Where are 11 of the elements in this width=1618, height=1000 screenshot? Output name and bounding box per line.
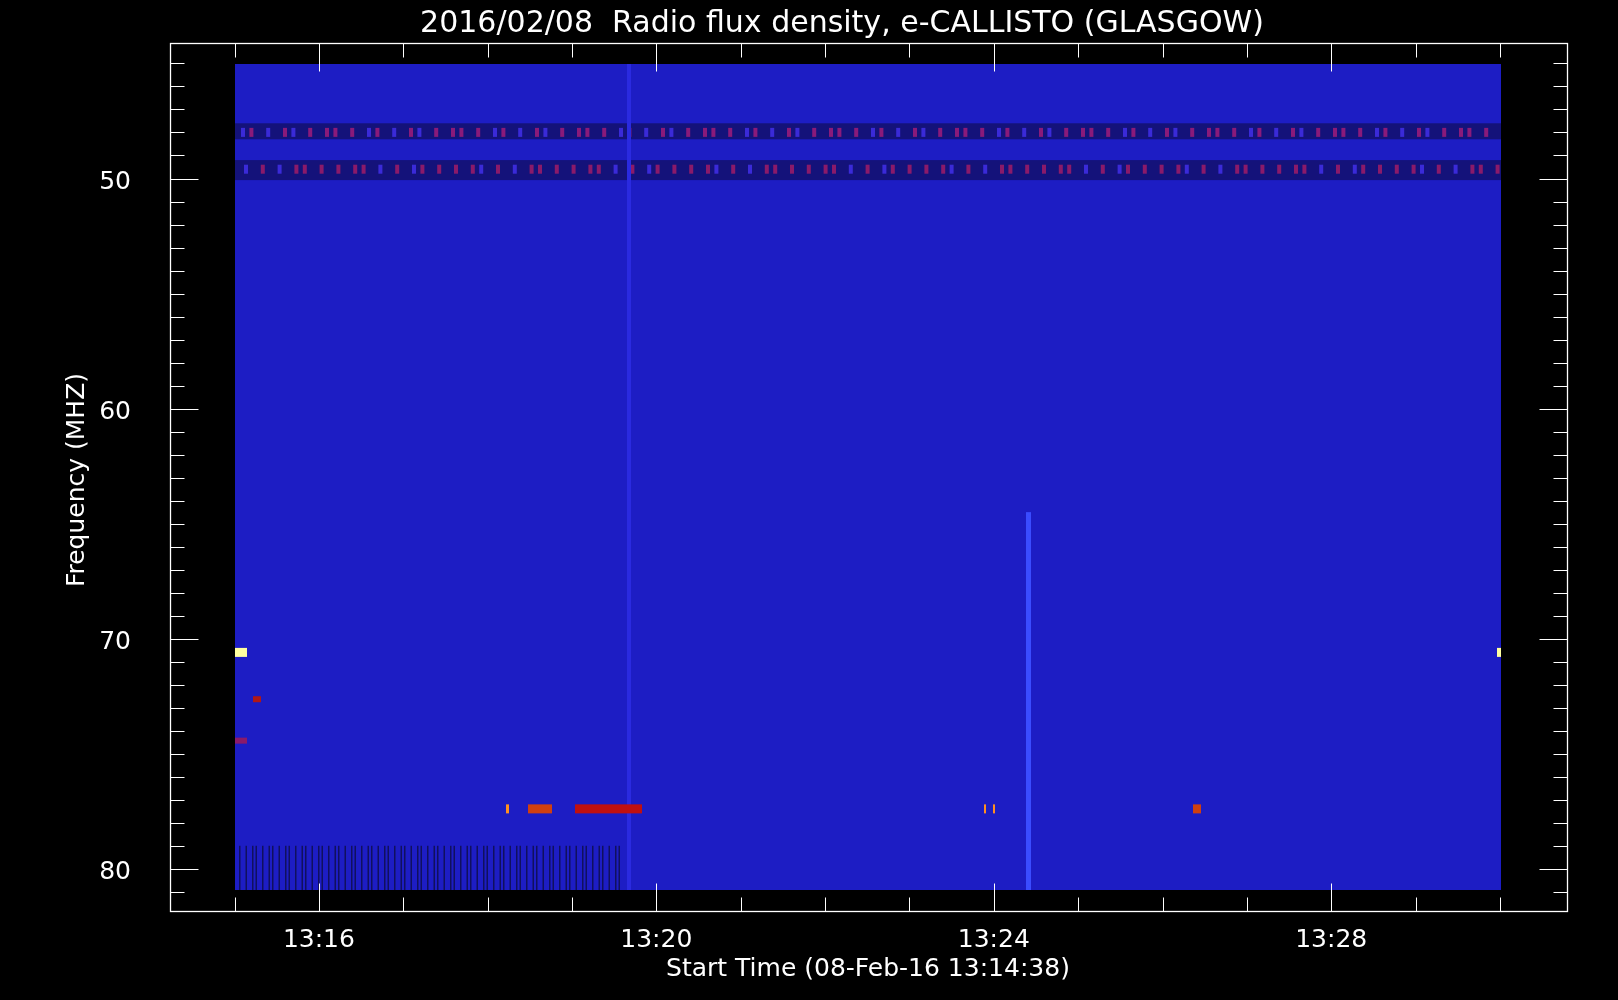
y-axis-label: Frequency (MHZ) [61,372,90,588]
y-tick-label: 50 [99,165,131,195]
x-tick-label: 13:24 [957,924,1030,953]
x-tick-label: 13:28 [1295,924,1368,953]
x-tick-label: 13:20 [620,924,693,953]
chart-title: 2016/02/08 Radio flux density, e-CALLISTO (GLASGOW) [420,4,1264,39]
y-tick-label: 80 [99,855,131,885]
x-axis-label: Start Time (08-Feb-16 13:14:38) [666,953,1070,982]
y-tick-label: 60 [99,395,131,425]
y-tick-label: 70 [99,625,131,655]
x-tick-label: 13:16 [282,924,355,953]
